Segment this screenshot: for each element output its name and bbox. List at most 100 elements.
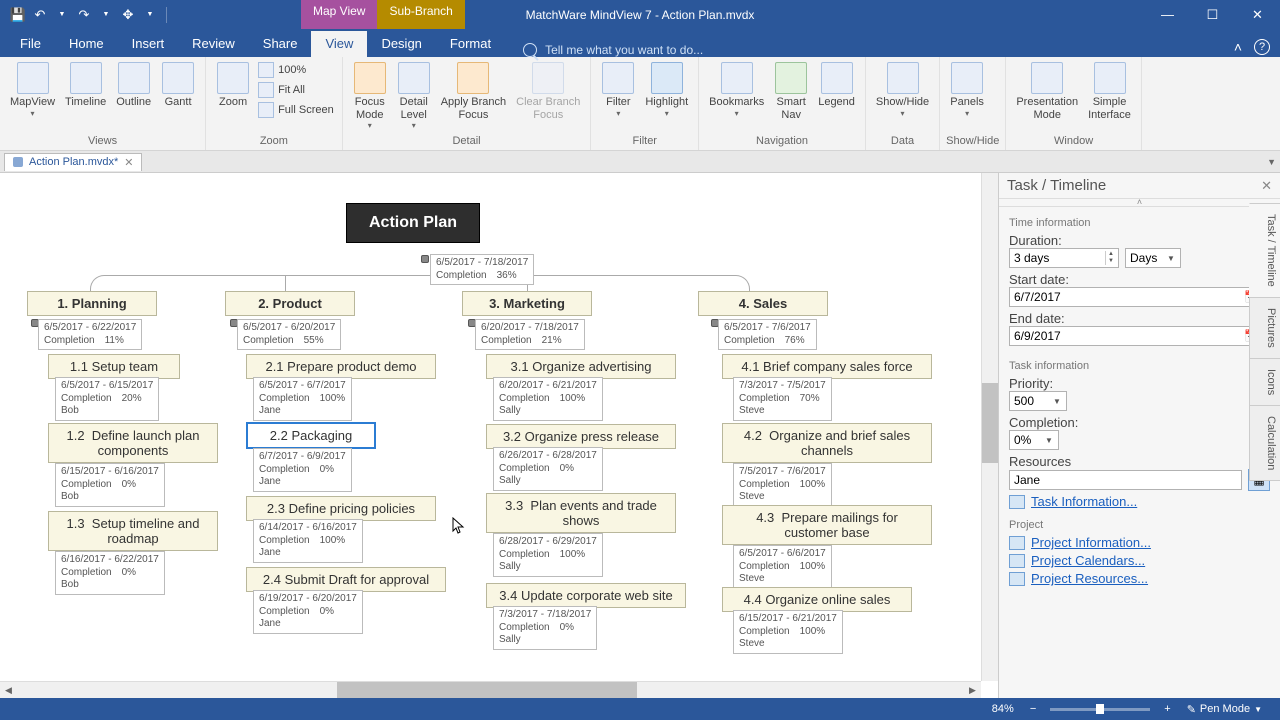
minimize-button[interactable]: — [1145,0,1190,29]
project-calendars-link[interactable]: Project Calendars... [1009,553,1270,568]
priority-input[interactable]: 500▼ [1009,391,1067,411]
undo-dropdown-icon[interactable]: ▼ [52,5,72,25]
focus-mode-button[interactable]: Focus Mode▾ [349,59,391,133]
branch-product[interactable]: 2. Product [225,291,355,316]
node-4-2[interactable]: 4.2 Organize and brief sales channels [722,423,932,463]
tab-format[interactable]: Format [436,31,505,57]
zoom-button[interactable]: Zoom [212,59,254,112]
zoom-out-button[interactable]: − [1022,703,1044,715]
detail-level-button[interactable]: Detail Level▾ [393,59,435,133]
panels-button[interactable]: Panels▾ [946,59,988,121]
node-2-2-selected[interactable]: 2.2 Packaging [246,422,376,449]
task-information-link[interactable]: Task Information... [1009,494,1270,509]
tab-file[interactable]: File [6,31,55,57]
horizontal-scrollbar[interactable]: ◀ ▶ [0,681,981,698]
filter-button[interactable]: Filter▾ [597,59,639,121]
collapse-handle[interactable]: ˄ [999,199,1280,207]
project-resources-link[interactable]: Project Resources... [1009,571,1270,586]
ribbon-collapse-icon[interactable]: ˄ [1228,37,1248,57]
duration-unit-select[interactable]: Days▼ [1125,248,1181,268]
qat-dropdown-icon[interactable]: ▼ [140,5,160,25]
presentation-mode-button[interactable]: Presentation Mode [1012,59,1082,124]
spinner-icon[interactable]: ▲▼ [1105,251,1114,265]
context-tab-mapview[interactable]: Map View [301,0,377,29]
scrollbar-thumb[interactable] [982,383,998,463]
tab-home[interactable]: Home [55,31,118,57]
scroll-right-icon[interactable]: ▶ [964,685,981,696]
outline-button[interactable]: Outline [112,59,155,112]
root-node[interactable]: Action Plan [346,203,480,243]
scroll-left-icon[interactable]: ◀ [0,685,17,696]
resources-input[interactable]: Jane [1009,470,1242,490]
node-3-4[interactable]: 3.4 Update corporate web site [486,583,686,608]
close-tab-icon[interactable]: ✕ [124,156,133,169]
timeline-button[interactable]: Timeline [61,59,110,112]
tab-share[interactable]: Share [249,31,312,57]
maximize-button[interactable]: ☐ [1190,0,1235,29]
tell-me-search[interactable]: Tell me what you want to do... [505,43,1228,57]
node-1-2[interactable]: 1.2 Define launch plan components [48,423,218,463]
redo-dropdown-icon[interactable]: ▼ [96,5,116,25]
highlight-button[interactable]: Highlight▾ [641,59,692,121]
full-screen-button[interactable]: Full Screen [256,101,336,119]
pen-mode-button[interactable]: ✎ Pen Mode ▼ [1179,703,1270,716]
task-info: 7/3/2017 - 7/5/2017Completion70%Steve [733,377,832,421]
project-information-link[interactable]: Project Information... [1009,535,1270,550]
duration-input[interactable]: 3 days▲▼ [1009,248,1119,268]
node-1-3[interactable]: 1.3 Setup timeline and roadmap [48,511,218,551]
node-3-1[interactable]: 3.1 Organize advertising [486,354,676,379]
zoom-in-button[interactable]: + [1156,703,1178,715]
expand-handle[interactable] [421,255,429,263]
context-tab-subbranch[interactable]: Sub-Branch [377,0,464,29]
document-tab-label: Action Plan.mvdx* [29,156,118,168]
fit-all-button[interactable]: Fit All [256,81,336,99]
data-showhide-button[interactable]: Show/Hide▾ [872,59,933,121]
smart-nav-button[interactable]: Smart Nav [770,59,812,124]
help-icon[interactable]: ? [1254,39,1270,55]
node-3-2[interactable]: 3.2 Organize press release [486,424,676,449]
tab-review[interactable]: Review [178,31,249,57]
completion-input[interactable]: 0%▼ [1009,430,1059,450]
close-panel-icon[interactable]: ✕ [1261,178,1272,194]
tab-view[interactable]: View [311,31,367,57]
branch-marketing[interactable]: 3. Marketing [462,291,592,316]
redo-icon[interactable]: ↷ [74,5,94,25]
mapview-button[interactable]: MapView▾ [6,59,59,121]
node-1-1[interactable]: 1.1 Setup team [48,354,180,379]
tab-insert[interactable]: Insert [118,31,179,57]
mindmap-canvas[interactable]: Action Plan 6/5/2017 - 7/18/2017 Complet… [0,173,998,698]
legend-button[interactable]: Legend [814,59,859,112]
vertical-scrollbar[interactable] [981,173,998,681]
undo-icon[interactable]: ↶ [30,5,50,25]
node-2-3[interactable]: 2.3 Define pricing policies [246,496,436,521]
scrollbar-thumb[interactable] [337,682,637,698]
node-3-3[interactable]: 3.3 Plan events and trade shows [486,493,676,533]
simple-interface-button[interactable]: Simple Interface [1084,59,1135,124]
tab-design[interactable]: Design [367,31,435,57]
group-label: Zoom [212,134,336,150]
gantt-button[interactable]: Gantt [157,59,199,112]
start-date-input[interactable]: 6/7/2017📅▾ [1009,287,1270,307]
branch-sales[interactable]: 4. Sales [698,291,828,316]
zoom-slider[interactable] [1050,708,1150,711]
node-4-1[interactable]: 4.1 Brief company sales force [722,354,932,379]
zoom-100-button[interactable]: 100% [256,61,336,79]
side-tab-icons[interactable]: Icons [1249,358,1280,406]
node-2-1[interactable]: 2.1 Prepare product demo [246,354,436,379]
end-date-input[interactable]: 6/9/2017📅▾ [1009,326,1270,346]
node-2-4[interactable]: 2.4 Submit Draft for approval [246,567,446,592]
bookmarks-button[interactable]: Bookmarks▾ [705,59,768,121]
apply-branch-focus-button[interactable]: Apply Branch Focus [437,59,510,124]
side-tab-calculation[interactable]: Calculation [1249,405,1280,481]
tabs-more-icon[interactable]: ▼ [1267,157,1276,167]
branch-planning[interactable]: 1. Planning [27,291,157,316]
document-tab[interactable]: Action Plan.mvdx* ✕ [4,153,142,171]
node-4-4[interactable]: 4.4 Organize online sales [722,587,912,612]
close-button[interactable]: ✕ [1235,0,1280,29]
zoom-level[interactable]: 84% [984,703,1022,715]
side-tab-pictures[interactable]: Pictures [1249,297,1280,359]
node-4-3[interactable]: 4.3 Prepare mailings for customer base [722,505,932,545]
touch-mode-icon[interactable]: ✥ [118,5,138,25]
save-icon[interactable]: 💾 [8,5,28,25]
side-tab-task-timeline[interactable]: Task / Timeline [1249,203,1280,298]
